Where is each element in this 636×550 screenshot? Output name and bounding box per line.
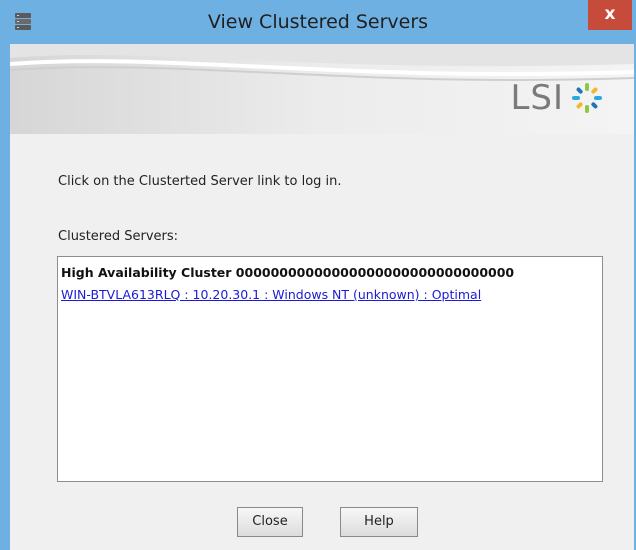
close-button[interactable]: Close [237,507,303,537]
clustered-servers-list[interactable]: High Availability Cluster 00000000000000… [57,256,603,482]
close-window-button[interactable]: x [588,0,632,30]
instructions-text: Click on the Clusterted Server link to l… [58,174,342,189]
window-title: View Clustered Servers [207,11,429,33]
title-bar[interactable]: View Clustered Servers x [0,0,636,44]
header-banner: LSI [10,44,634,134]
dialog-window: View Clustered Servers x LSI Click on th… [0,0,636,550]
lsi-star-icon [570,81,604,115]
server-login-link[interactable]: WIN-BTVLA613RLQ : 10.20.30.1 : Windows N… [61,287,481,302]
help-button[interactable]: Help [340,507,418,537]
clustered-servers-label: Clustered Servers: [58,229,179,244]
dialog-body: LSI Click on the Clusterted Server link … [10,44,634,550]
lsi-logo: LSI [510,78,604,118]
logo-text: LSI [510,78,564,118]
cluster-header-row: High Availability Cluster 00000000000000… [61,265,515,280]
